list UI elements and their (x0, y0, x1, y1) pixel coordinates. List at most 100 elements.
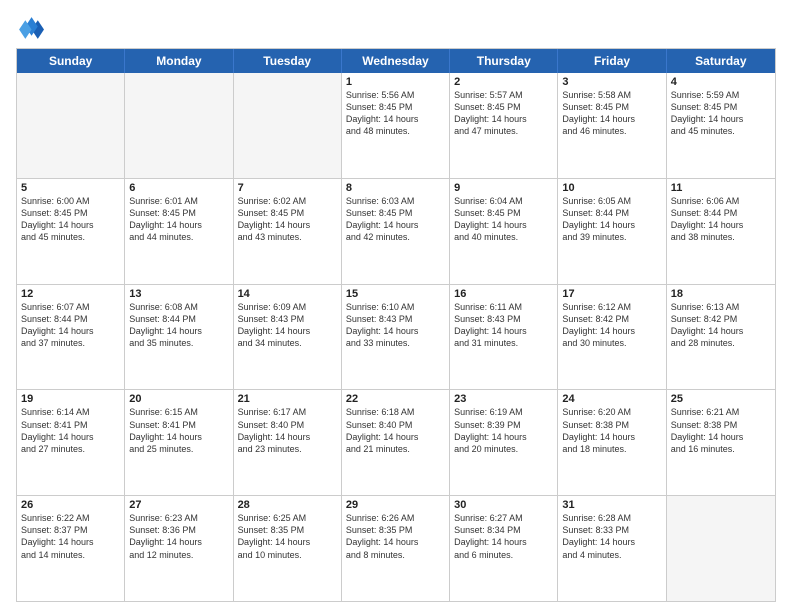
cell-info: Sunrise: 6:06 AM Sunset: 8:44 PM Dayligh… (671, 195, 771, 244)
calendar-body: 1Sunrise: 5:56 AM Sunset: 8:45 PM Daylig… (17, 73, 775, 601)
cell-info: Sunrise: 6:12 AM Sunset: 8:42 PM Dayligh… (562, 301, 661, 350)
calendar-cell-3-0: 19Sunrise: 6:14 AM Sunset: 8:41 PM Dayli… (17, 390, 125, 495)
calendar-cell-0-3: 1Sunrise: 5:56 AM Sunset: 8:45 PM Daylig… (342, 73, 450, 178)
day-number: 10 (562, 182, 661, 194)
calendar-cell-4-1: 27Sunrise: 6:23 AM Sunset: 8:36 PM Dayli… (125, 496, 233, 601)
calendar-cell-1-2: 7Sunrise: 6:02 AM Sunset: 8:45 PM Daylig… (234, 179, 342, 284)
calendar-cell-1-4: 9Sunrise: 6:04 AM Sunset: 8:45 PM Daylig… (450, 179, 558, 284)
cell-info: Sunrise: 6:05 AM Sunset: 8:44 PM Dayligh… (562, 195, 661, 244)
day-number: 6 (129, 182, 228, 194)
day-number: 3 (562, 76, 661, 88)
calendar-cell-1-6: 11Sunrise: 6:06 AM Sunset: 8:44 PM Dayli… (667, 179, 775, 284)
cell-info: Sunrise: 6:23 AM Sunset: 8:36 PM Dayligh… (129, 512, 228, 561)
cell-info: Sunrise: 6:27 AM Sunset: 8:34 PM Dayligh… (454, 512, 553, 561)
day-number: 17 (562, 288, 661, 300)
cell-info: Sunrise: 6:26 AM Sunset: 8:35 PM Dayligh… (346, 512, 445, 561)
calendar-cell-4-0: 26Sunrise: 6:22 AM Sunset: 8:37 PM Dayli… (17, 496, 125, 601)
calendar-cell-4-5: 31Sunrise: 6:28 AM Sunset: 8:33 PM Dayli… (558, 496, 666, 601)
page: SundayMondayTuesdayWednesdayThursdayFrid… (0, 0, 792, 612)
day-number: 13 (129, 288, 228, 300)
day-number: 27 (129, 499, 228, 511)
day-number: 28 (238, 499, 337, 511)
header-day-wednesday: Wednesday (342, 49, 450, 73)
calendar-cell-1-3: 8Sunrise: 6:03 AM Sunset: 8:45 PM Daylig… (342, 179, 450, 284)
calendar-cell-0-1 (125, 73, 233, 178)
calendar-cell-2-6: 18Sunrise: 6:13 AM Sunset: 8:42 PM Dayli… (667, 285, 775, 390)
calendar-cell-2-3: 15Sunrise: 6:10 AM Sunset: 8:43 PM Dayli… (342, 285, 450, 390)
day-number: 2 (454, 76, 553, 88)
calendar-cell-2-0: 12Sunrise: 6:07 AM Sunset: 8:44 PM Dayli… (17, 285, 125, 390)
day-number: 5 (21, 182, 120, 194)
day-number: 21 (238, 393, 337, 405)
calendar-cell-4-4: 30Sunrise: 6:27 AM Sunset: 8:34 PM Dayli… (450, 496, 558, 601)
cell-info: Sunrise: 6:21 AM Sunset: 8:38 PM Dayligh… (671, 406, 771, 455)
cell-info: Sunrise: 5:59 AM Sunset: 8:45 PM Dayligh… (671, 89, 771, 138)
calendar-cell-2-4: 16Sunrise: 6:11 AM Sunset: 8:43 PM Dayli… (450, 285, 558, 390)
day-number: 16 (454, 288, 553, 300)
cell-info: Sunrise: 6:17 AM Sunset: 8:40 PM Dayligh… (238, 406, 337, 455)
calendar-cell-3-5: 24Sunrise: 6:20 AM Sunset: 8:38 PM Dayli… (558, 390, 666, 495)
header-day-thursday: Thursday (450, 49, 558, 73)
day-number: 22 (346, 393, 445, 405)
calendar-cell-0-4: 2Sunrise: 5:57 AM Sunset: 8:45 PM Daylig… (450, 73, 558, 178)
cell-info: Sunrise: 6:22 AM Sunset: 8:37 PM Dayligh… (21, 512, 120, 561)
day-number: 12 (21, 288, 120, 300)
calendar-row-3: 19Sunrise: 6:14 AM Sunset: 8:41 PM Dayli… (17, 389, 775, 495)
calendar-row-2: 12Sunrise: 6:07 AM Sunset: 8:44 PM Dayli… (17, 284, 775, 390)
calendar-cell-0-5: 3Sunrise: 5:58 AM Sunset: 8:45 PM Daylig… (558, 73, 666, 178)
calendar-row-4: 26Sunrise: 6:22 AM Sunset: 8:37 PM Dayli… (17, 495, 775, 601)
day-number: 9 (454, 182, 553, 194)
cell-info: Sunrise: 6:15 AM Sunset: 8:41 PM Dayligh… (129, 406, 228, 455)
day-number: 18 (671, 288, 771, 300)
day-number: 14 (238, 288, 337, 300)
calendar-cell-0-2 (234, 73, 342, 178)
cell-info: Sunrise: 5:56 AM Sunset: 8:45 PM Dayligh… (346, 89, 445, 138)
header-day-monday: Monday (125, 49, 233, 73)
day-number: 8 (346, 182, 445, 194)
calendar-cell-0-0 (17, 73, 125, 178)
cell-info: Sunrise: 6:02 AM Sunset: 8:45 PM Dayligh… (238, 195, 337, 244)
logo (16, 14, 48, 42)
day-number: 26 (21, 499, 120, 511)
day-number: 29 (346, 499, 445, 511)
cell-info: Sunrise: 6:28 AM Sunset: 8:33 PM Dayligh… (562, 512, 661, 561)
cell-info: Sunrise: 6:00 AM Sunset: 8:45 PM Dayligh… (21, 195, 120, 244)
calendar-cell-1-0: 5Sunrise: 6:00 AM Sunset: 8:45 PM Daylig… (17, 179, 125, 284)
calendar-cell-3-1: 20Sunrise: 6:15 AM Sunset: 8:41 PM Dayli… (125, 390, 233, 495)
header-day-friday: Friday (558, 49, 666, 73)
logo-icon (16, 14, 44, 42)
header-day-saturday: Saturday (667, 49, 775, 73)
day-number: 11 (671, 182, 771, 194)
day-number: 23 (454, 393, 553, 405)
day-number: 24 (562, 393, 661, 405)
cell-info: Sunrise: 6:01 AM Sunset: 8:45 PM Dayligh… (129, 195, 228, 244)
cell-info: Sunrise: 6:08 AM Sunset: 8:44 PM Dayligh… (129, 301, 228, 350)
cell-info: Sunrise: 5:57 AM Sunset: 8:45 PM Dayligh… (454, 89, 553, 138)
day-number: 25 (671, 393, 771, 405)
day-number: 15 (346, 288, 445, 300)
cell-info: Sunrise: 6:14 AM Sunset: 8:41 PM Dayligh… (21, 406, 120, 455)
cell-info: Sunrise: 6:11 AM Sunset: 8:43 PM Dayligh… (454, 301, 553, 350)
cell-info: Sunrise: 6:25 AM Sunset: 8:35 PM Dayligh… (238, 512, 337, 561)
day-number: 1 (346, 76, 445, 88)
cell-info: Sunrise: 6:13 AM Sunset: 8:42 PM Dayligh… (671, 301, 771, 350)
day-number: 19 (21, 393, 120, 405)
cell-info: Sunrise: 6:19 AM Sunset: 8:39 PM Dayligh… (454, 406, 553, 455)
cell-info: Sunrise: 6:04 AM Sunset: 8:45 PM Dayligh… (454, 195, 553, 244)
calendar-cell-3-6: 25Sunrise: 6:21 AM Sunset: 8:38 PM Dayli… (667, 390, 775, 495)
calendar: SundayMondayTuesdayWednesdayThursdayFrid… (16, 48, 776, 602)
header-day-tuesday: Tuesday (234, 49, 342, 73)
calendar-cell-1-1: 6Sunrise: 6:01 AM Sunset: 8:45 PM Daylig… (125, 179, 233, 284)
cell-info: Sunrise: 6:07 AM Sunset: 8:44 PM Dayligh… (21, 301, 120, 350)
calendar-cell-0-6: 4Sunrise: 5:59 AM Sunset: 8:45 PM Daylig… (667, 73, 775, 178)
calendar-cell-3-3: 22Sunrise: 6:18 AM Sunset: 8:40 PM Dayli… (342, 390, 450, 495)
day-number: 30 (454, 499, 553, 511)
calendar-row-0: 1Sunrise: 5:56 AM Sunset: 8:45 PM Daylig… (17, 73, 775, 178)
calendar-cell-2-1: 13Sunrise: 6:08 AM Sunset: 8:44 PM Dayli… (125, 285, 233, 390)
calendar-cell-4-6 (667, 496, 775, 601)
calendar-cell-3-2: 21Sunrise: 6:17 AM Sunset: 8:40 PM Dayli… (234, 390, 342, 495)
calendar-cell-2-5: 17Sunrise: 6:12 AM Sunset: 8:42 PM Dayli… (558, 285, 666, 390)
calendar-cell-3-4: 23Sunrise: 6:19 AM Sunset: 8:39 PM Dayli… (450, 390, 558, 495)
cell-info: Sunrise: 6:20 AM Sunset: 8:38 PM Dayligh… (562, 406, 661, 455)
header (16, 10, 776, 42)
